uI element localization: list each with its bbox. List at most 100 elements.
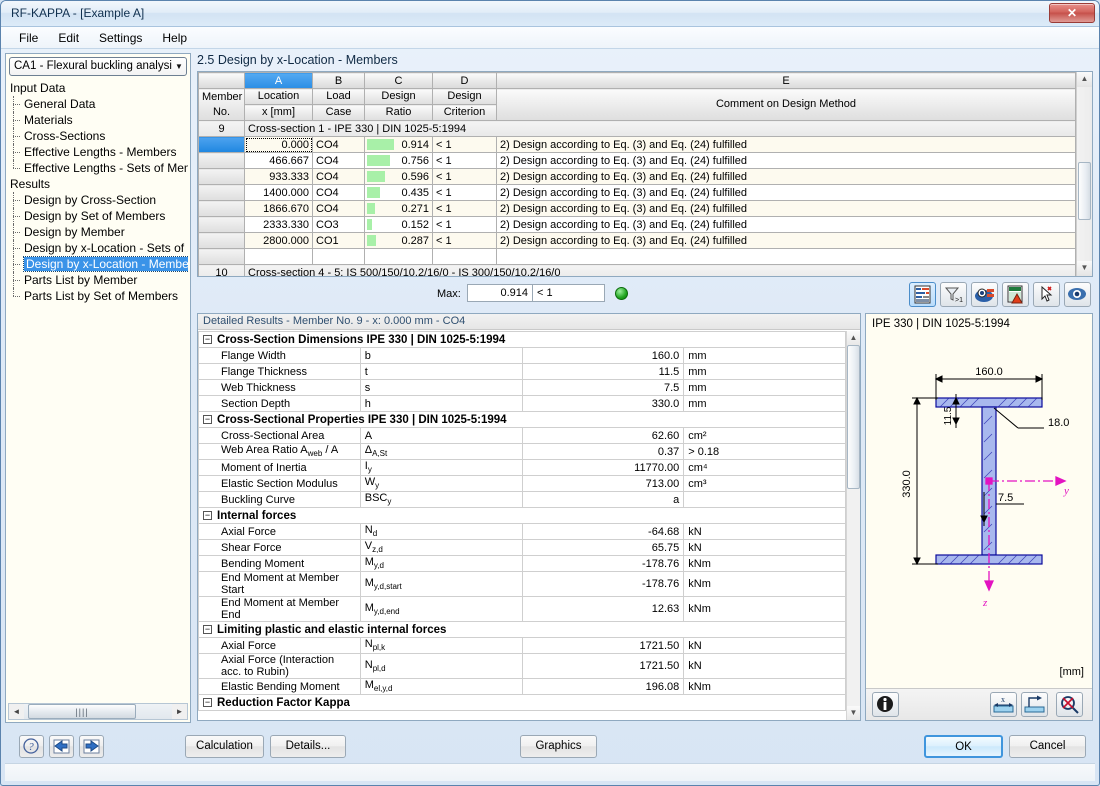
empty-cell[interactable] bbox=[496, 248, 1076, 265]
detail-vertical-scrollbar[interactable]: ▲ ▼ bbox=[846, 331, 860, 720]
scroll-thumb[interactable] bbox=[1078, 162, 1091, 220]
cell-load-case[interactable]: CO4 bbox=[312, 152, 365, 169]
cell-location[interactable]: 2333.330 bbox=[244, 216, 313, 233]
scroll-thumb[interactable]: |||| bbox=[28, 704, 136, 719]
detail-row[interactable]: Section Depth h 330.0 mm bbox=[198, 395, 846, 412]
detail-row[interactable]: Elastic Section Modulus Wy 713.00 cm³ bbox=[198, 475, 846, 492]
empty-cell[interactable] bbox=[364, 248, 433, 265]
cell-comment[interactable]: 2) Design according to Eq. (3) and Eq. (… bbox=[496, 136, 1076, 153]
details-button[interactable]: Details... bbox=[270, 735, 346, 758]
scroll-up-icon[interactable]: ▲ bbox=[1077, 72, 1092, 87]
cell-location[interactable]: 933.333 bbox=[244, 168, 313, 185]
detail-row[interactable]: Flange Width b 160.0 mm bbox=[198, 347, 846, 364]
menu-edit[interactable]: Edit bbox=[48, 29, 89, 47]
table-row[interactable]: 933.333 CO4 0.596 < 1 2) Design according to… bbox=[198, 168, 1076, 185]
cell-comment[interactable]: 2) Design according to Eq. (3) and Eq. (… bbox=[496, 216, 1076, 233]
close-button[interactable]: ✕ bbox=[1049, 3, 1095, 23]
detail-row[interactable]: End Moment at Member Start My,d,start -178… bbox=[198, 571, 846, 597]
row-header[interactable] bbox=[198, 216, 245, 233]
cell-load-case[interactable]: CO3 bbox=[312, 216, 365, 233]
cell-comment[interactable]: 2) Design according to Eq. (3) and Eq. (… bbox=[496, 152, 1076, 169]
scroll-left-icon[interactable]: ◄ bbox=[9, 707, 24, 716]
collapse-icon[interactable]: − bbox=[203, 510, 212, 520]
view-icon[interactable] bbox=[1064, 282, 1091, 307]
member-number-cell[interactable]: 10 bbox=[198, 264, 245, 276]
row-header-empty[interactable] bbox=[198, 248, 245, 265]
detail-row[interactable]: Moment of Inertia Iy 11770.00 cm⁴ bbox=[198, 459, 846, 476]
cross-section-group-row-2[interactable]: 10 Cross-section 4 - 5: IS 500/150/10.2/… bbox=[198, 264, 1076, 276]
detail-row[interactable]: End Moment at Member End My,d,end 12.63 kNm bbox=[198, 596, 846, 622]
detail-row[interactable]: Bending Moment My,d -178.76 kNm bbox=[198, 555, 846, 572]
cell-load-case[interactable]: CO4 bbox=[312, 184, 365, 201]
calculation-button[interactable]: Calculation bbox=[185, 735, 264, 758]
detail-row[interactable]: Web Thickness s 7.5 mm bbox=[198, 379, 846, 396]
empty-cell[interactable] bbox=[244, 248, 313, 265]
collapse-icon[interactable]: − bbox=[203, 624, 212, 634]
tree-group-input-data[interactable]: Input Data bbox=[8, 80, 188, 96]
info-icon[interactable] bbox=[872, 692, 899, 717]
table-row[interactable]: 2333.330 CO3 0.152 < 1 2) Design according t… bbox=[198, 216, 1076, 233]
scroll-down-icon[interactable]: ▼ bbox=[847, 706, 860, 720]
cell-comment[interactable]: 2) Design according to Eq. (3) and Eq. (… bbox=[496, 168, 1076, 185]
cell-design-criterion[interactable]: < 1 bbox=[432, 216, 497, 233]
cell-load-case[interactable]: CO1 bbox=[312, 232, 365, 249]
sidebar-item-effective-lengths-sets[interactable]: Effective Lengths - Sets of Mem bbox=[8, 160, 188, 176]
analysis-case-dropdown[interactable]: CA1 - Flexural buckling analysis ▼ bbox=[9, 57, 187, 76]
detail-row[interactable]: Axial Force (Interaction acc. to Rubin) N… bbox=[198, 653, 846, 679]
column-letter-d[interactable]: D bbox=[432, 72, 497, 89]
detail-group-row[interactable]: − Cross-Sectional Properties IPE 330 | DI… bbox=[198, 411, 846, 428]
sidebar-item-design-by-x-location-members[interactable]: Design by x-Location - Members bbox=[8, 256, 188, 272]
row-header[interactable] bbox=[198, 152, 245, 169]
zoom-icon[interactable] bbox=[1056, 692, 1083, 717]
menu-file[interactable]: File bbox=[9, 29, 48, 47]
row-header[interactable] bbox=[198, 136, 245, 153]
table-row[interactable]: 2800.000 CO1 0.287 < 1 2) Design according t… bbox=[198, 232, 1076, 249]
detail-row[interactable]: Flange Thickness t 11.5 mm bbox=[198, 363, 846, 380]
cell-design-criterion[interactable]: < 1 bbox=[432, 168, 497, 185]
column-letter-b[interactable]: B bbox=[312, 72, 365, 89]
scroll-up-icon[interactable]: ▲ bbox=[847, 331, 860, 345]
cell-design-ratio[interactable]: 0.152 bbox=[364, 216, 433, 233]
cell-design-criterion[interactable]: < 1 bbox=[432, 136, 497, 153]
cell-load-case[interactable]: CO4 bbox=[312, 136, 365, 153]
result-tables-icon[interactable] bbox=[909, 282, 936, 307]
collapse-icon[interactable]: − bbox=[203, 334, 212, 344]
cell-design-ratio[interactable]: 0.596 bbox=[364, 168, 433, 185]
dimensions-icon[interactable]: x bbox=[990, 692, 1017, 717]
row-header[interactable] bbox=[198, 200, 245, 217]
cross-section-group-row[interactable]: 9 Cross-section 1 - IPE 330 | DIN 1025-5… bbox=[198, 120, 1076, 137]
empty-cell[interactable] bbox=[312, 248, 365, 265]
empty-cell[interactable] bbox=[432, 248, 497, 265]
cell-load-case[interactable]: CO4 bbox=[312, 200, 365, 217]
row-header[interactable] bbox=[198, 232, 245, 249]
axes-icon[interactable] bbox=[1021, 692, 1048, 717]
member-number-cell[interactable]: 9 bbox=[198, 120, 245, 137]
cell-design-criterion[interactable]: < 1 bbox=[432, 200, 497, 217]
cell-design-ratio[interactable]: 0.287 bbox=[364, 232, 433, 249]
grid-vertical-scrollbar[interactable]: ▲ ▼ bbox=[1076, 72, 1092, 276]
detail-row[interactable]: Axial Force Npl,k 1721.50 kN bbox=[198, 637, 846, 654]
collapse-icon[interactable]: − bbox=[203, 414, 212, 424]
cell-design-ratio[interactable]: 0.756 bbox=[364, 152, 433, 169]
ok-button[interactable]: OK bbox=[924, 735, 1003, 758]
menu-help[interactable]: Help bbox=[152, 29, 197, 47]
table-row[interactable]: 1400.000 CO4 0.435 < 1 2) Design according t… bbox=[198, 184, 1076, 201]
table-row[interactable]: 1866.670 CO4 0.271 < 1 2) Design according t… bbox=[198, 200, 1076, 217]
row-header[interactable] bbox=[198, 168, 245, 185]
previous-button[interactable] bbox=[49, 735, 74, 758]
detail-group-row[interactable]: − Internal forces bbox=[198, 507, 846, 524]
cell-comment[interactable]: 2) Design according to Eq. (3) and Eq. (… bbox=[496, 184, 1076, 201]
cancel-button[interactable]: Cancel bbox=[1009, 735, 1086, 758]
sidebar-item-cross-sections[interactable]: Cross-Sections bbox=[8, 128, 188, 144]
next-button[interactable] bbox=[79, 735, 104, 758]
cell-comment[interactable]: 2) Design according to Eq. (3) and Eq. (… bbox=[496, 200, 1076, 217]
cell-design-ratio[interactable]: 0.271 bbox=[364, 200, 433, 217]
sidebar-item-parts-list-by-member[interactable]: Parts List by Member bbox=[8, 272, 188, 288]
sidebar-item-design-by-member[interactable]: Design by Member bbox=[8, 224, 188, 240]
pick-icon[interactable] bbox=[1033, 282, 1060, 307]
cell-location[interactable]: 0.000 bbox=[244, 136, 313, 153]
cell-design-ratio[interactable]: 0.914 bbox=[364, 136, 433, 153]
cell-design-criterion[interactable]: < 1 bbox=[432, 184, 497, 201]
filter-icon[interactable]: >1 bbox=[940, 282, 967, 307]
scroll-track[interactable]: |||| bbox=[24, 704, 172, 719]
